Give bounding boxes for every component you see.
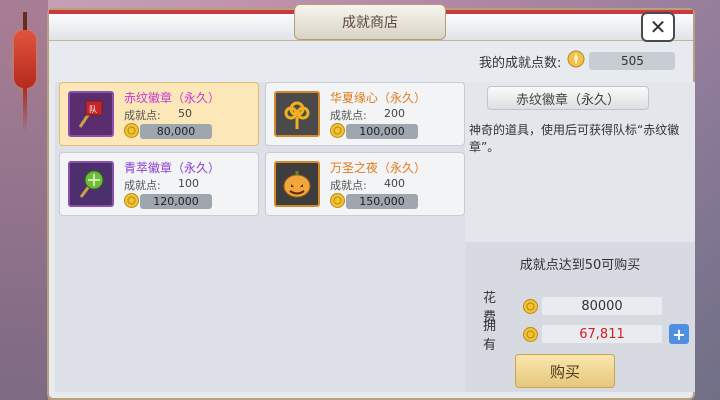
shop-item-pumpkin[interactable]: 万圣之夜（永久） 成就点: 400 150,000 (265, 152, 465, 216)
add-currency-button[interactable]: + (669, 324, 689, 344)
item-points-value: 200 (384, 107, 405, 120)
purchase-requirement: 成就点达到50可购买 (519, 258, 641, 273)
item-name: 青萃徽章（永久） (124, 161, 221, 175)
coin-icon (330, 123, 345, 138)
shop-item-green-badge[interactable]: 青萃徽章（永久） 成就点: 100 120,000 (59, 152, 259, 216)
item-price: 150,000 (346, 194, 418, 209)
item-grid: 队 赤纹徽章（永久） 成就点: 50 80,000 华夏缘心（永久） 成就点: … (55, 82, 465, 392)
achievement-medal-icon (567, 50, 585, 72)
points-display: 我的成就点数: 505 (479, 50, 689, 72)
item-detail-panel: 赤纹徽章（永久） 神奇的道具，使用后可获得队标“赤纹徽章”。 成就点达到50可购… (465, 82, 695, 392)
shop-item-red-badge[interactable]: 队 赤纹徽章（永久） 成就点: 50 80,000 (59, 82, 259, 146)
plus-icon: + (672, 324, 686, 344)
item-points-label: 成就点: (124, 179, 161, 192)
points-value: 505 (589, 52, 676, 70)
green-leaf-badge-icon (68, 161, 114, 207)
buy-button[interactable]: 购买 (515, 354, 615, 388)
shop-window: 成就商店 ✕ 我的成就点数: 505 队 赤纹徽章（永久） 成就点: 50 80… (47, 4, 695, 400)
close-button[interactable]: ✕ (641, 12, 675, 42)
owned-row: 拥有 67,811 + (483, 319, 689, 353)
coin-icon (124, 123, 139, 138)
cost-value: 80000 (542, 297, 662, 315)
coin-icon (523, 298, 538, 314)
item-points-value: 100 (178, 177, 199, 190)
item-name: 万圣之夜（永久） (330, 161, 427, 175)
item-points-value: 50 (178, 107, 192, 120)
coin-icon (330, 193, 345, 208)
scene-background (0, 0, 48, 400)
item-price: 120,000 (140, 194, 212, 209)
owned-label: 拥有 (483, 319, 507, 353)
svg-text:队: 队 (89, 104, 97, 114)
title-bar: 成就商店 ✕ (49, 4, 693, 42)
coin-icon (523, 326, 538, 342)
item-price: 80,000 (140, 124, 212, 139)
item-points-value: 400 (384, 177, 405, 190)
lantern-icon (14, 12, 36, 132)
item-name: 华夏缘心（永久） (330, 91, 427, 105)
item-points-label: 成就点: (330, 109, 367, 122)
points-label: 我的成就点数: (479, 55, 562, 71)
item-points-label: 成就点: (330, 179, 367, 192)
red-banner-badge-icon: 队 (68, 91, 114, 137)
close-icon: ✕ (649, 15, 667, 39)
owned-value: 67,811 (542, 325, 662, 343)
item-name: 赤纹徽章（永久） (124, 91, 221, 105)
window-title: 成就商店 (294, 4, 446, 40)
shop-item-gold-knot[interactable]: 华夏缘心（永久） 成就点: 200 100,000 (265, 82, 465, 146)
coin-icon (124, 193, 139, 208)
purchase-section: 成就点达到50可购买 花费 80000 拥有 67,811 + 购买 (465, 242, 695, 392)
item-price: 100,000 (346, 124, 418, 139)
pumpkin-icon (274, 161, 320, 207)
item-points-label: 成就点: (124, 109, 161, 122)
cost-row: 花费 80000 (483, 291, 683, 325)
detail-description: 神奇的道具，使用后可获得队标“赤纹徽章”。 (469, 123, 680, 154)
detail-item-name: 赤纹徽章（永久） (487, 86, 649, 110)
gold-knot-icon (274, 91, 320, 137)
